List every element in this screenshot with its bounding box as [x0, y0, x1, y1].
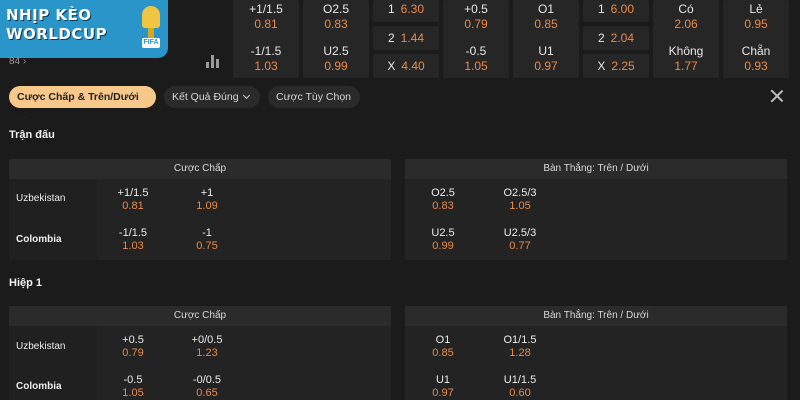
chevron-up-icon: [20, 115, 29, 124]
top-ht-handicap-away[interactable]: -0.5 1.05: [444, 44, 508, 74]
top-odds-strip: NHỊP KÈO WORLDCUP FIFA 84 › +1/1.5 0.81 -…: [0, 0, 800, 80]
section-title-first-half: Hiệp 1: [9, 277, 43, 289]
odds-cell[interactable]: +1/1.5 0.81: [101, 187, 165, 213]
tab-label: Kết Quả Đúng: [172, 91, 239, 103]
odds-cell[interactable]: +1 1.09: [175, 187, 239, 213]
betting-page: NHỊP KÈO WORLDCUP FIFA 84 › +1/1.5 0.81 -…: [0, 0, 800, 400]
top-even[interactable]: Chẵn 0.93: [724, 44, 788, 74]
handicap-header: Cược Chấp: [9, 159, 391, 179]
top-handicap-home[interactable]: +1/1.5 0.81: [234, 2, 298, 32]
tab-label: Cược Tùy Chọn: [276, 91, 351, 103]
top-under[interactable]: U2.5 0.99: [304, 44, 368, 74]
team-column: [9, 179, 97, 260]
tab-correct-score[interactable]: Kết Quả Đúng: [164, 86, 260, 108]
site-logo[interactable]: NHỊP KÈO WORLDCUP FIFA: [0, 0, 168, 58]
logo-text-line2: WORLDCUP: [6, 25, 108, 43]
tab-label: Cược Chấp & Trên/Dưới: [17, 91, 139, 103]
team-name-away: Colombia: [16, 234, 62, 245]
odds-cell[interactable]: -0.5 1.05: [101, 374, 165, 400]
tab-custom-bet[interactable]: Cược Tùy Chọn: [268, 86, 360, 108]
odds-cell[interactable]: U1/1.5 0.60: [488, 374, 552, 400]
odds-cell[interactable]: -1 0.75: [175, 227, 239, 253]
top-ht-1x2-home[interactable]: 1 6.00: [586, 0, 646, 20]
top-btts-no[interactable]: Không 1.77: [654, 44, 718, 74]
odds-cell[interactable]: O1 0.85: [411, 334, 475, 360]
odds-cell[interactable]: U1 0.97: [411, 374, 475, 400]
team-name-home: Uzbekistan: [16, 193, 66, 204]
chevron-down-icon: [242, 91, 250, 100]
close-icon[interactable]: [770, 89, 784, 103]
trophy-icon: FIFA: [140, 6, 162, 50]
top-1x2-away[interactable]: 2 1.44: [376, 27, 436, 49]
handicap-header: Cược Chấp: [9, 306, 391, 326]
top-ht-over[interactable]: O1 0.85: [514, 2, 578, 32]
match-count[interactable]: 84 ›: [9, 56, 26, 67]
logo-text-line1: NHỊP KÈO: [6, 6, 92, 24]
top-ht-1x2-draw[interactable]: X 2.25: [586, 55, 646, 77]
top-odd[interactable]: Lẻ 0.95: [724, 2, 788, 32]
top-btts-yes[interactable]: Có 2.06: [654, 2, 718, 32]
logo-badge: FIFA: [142, 38, 160, 48]
odds-cell[interactable]: +0/0.5 1.23: [175, 334, 239, 360]
over-under-header: Bàn Thắng: Trên / Dưới: [405, 306, 787, 326]
odds-cell[interactable]: U2.5 0.99: [411, 227, 475, 253]
top-ht-handicap-home[interactable]: +0.5 0.79: [444, 2, 508, 32]
team-name-away: Colombia: [16, 381, 62, 392]
top-1x2-draw[interactable]: X 4.40: [376, 55, 436, 77]
odds-cell[interactable]: U2.5/3 0.77: [488, 227, 552, 253]
section-title-full-match: Trận đấu: [9, 129, 55, 141]
odds-cell[interactable]: -1/1.5 1.03: [101, 227, 165, 253]
stats-bar-icon[interactable]: [206, 54, 220, 68]
odds-cell[interactable]: O2.5 0.83: [411, 187, 475, 213]
tab-handicap-over-under[interactable]: Cược Chấp & Trên/Dưới: [9, 86, 156, 124]
odds-cell[interactable]: O2.5/3 1.05: [488, 187, 552, 213]
top-over[interactable]: O2.5 0.83: [304, 2, 368, 32]
odds-cell[interactable]: +0.5 0.79: [101, 334, 165, 360]
top-1x2-home[interactable]: 1 6.30: [376, 0, 436, 20]
odds-cell[interactable]: -0/0.5 0.65: [175, 374, 239, 400]
top-handicap-away[interactable]: -1/1.5 1.03: [234, 44, 298, 74]
top-ht-under[interactable]: U1 0.97: [514, 44, 578, 74]
top-ht-1x2-away[interactable]: 2 2.04: [586, 27, 646, 49]
odds-cell[interactable]: O1/1.5 1.28: [488, 334, 552, 360]
over-under-header: Bàn Thắng: Trên / Dưới: [405, 159, 787, 179]
team-name-home: Uzbekistan: [16, 341, 66, 352]
